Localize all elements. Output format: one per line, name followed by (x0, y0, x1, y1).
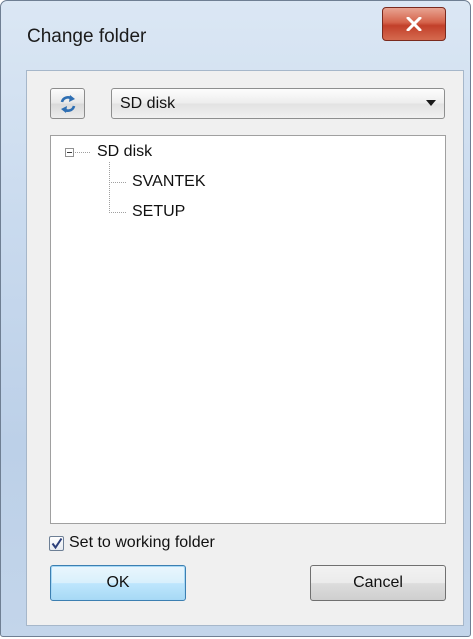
close-button[interactable] (382, 7, 446, 41)
collapse-toggle-icon[interactable] (65, 148, 74, 157)
dialog-body: SD disk SD disk SVANTEK SETUP Set to wor… (26, 70, 464, 626)
set-working-folder-checkbox[interactable] (49, 536, 64, 551)
drive-dropdown-value: SD disk (120, 95, 176, 112)
refresh-arrows-icon (60, 94, 75, 113)
tree-node-sd-disk[interactable]: SD disk (95, 142, 154, 162)
checkmark-icon (51, 537, 63, 550)
set-working-folder-label: Set to working folder (69, 534, 215, 551)
cancel-button[interactable]: Cancel (310, 565, 446, 601)
drive-dropdown[interactable]: SD disk (111, 88, 445, 119)
ok-button[interactable]: OK (50, 565, 186, 601)
tree-node-setup[interactable]: SETUP (130, 202, 187, 222)
close-x-icon (406, 17, 422, 31)
dialog-title: Change folder (27, 26, 147, 47)
change-folder-dialog: Change folder SD disk SD disk SVANTEK SE… (0, 0, 471, 637)
refresh-button[interactable] (50, 88, 85, 119)
folder-tree[interactable]: SD disk SVANTEK SETUP (50, 135, 446, 524)
tree-node-svantek[interactable]: SVANTEK (130, 172, 208, 192)
chevron-down-icon (426, 100, 436, 106)
